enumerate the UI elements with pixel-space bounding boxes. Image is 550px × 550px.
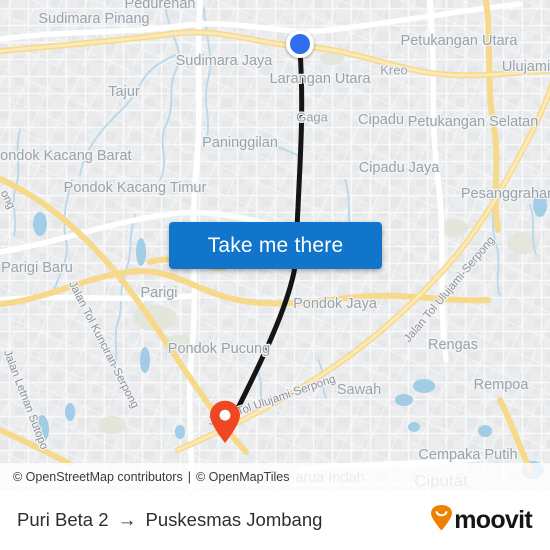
map-canvas[interactable]: Pedurenan Sudimara Pinang Sudimara Jaya Lar… xyxy=(0,0,550,490)
moovit-logo[interactable]: moovit xyxy=(430,504,533,536)
route-destination-label: Puskesmas Jombang xyxy=(145,509,323,530)
attribution-separator: | xyxy=(187,469,191,484)
route-origin-label: Puri Beta 2 xyxy=(17,509,109,530)
attribution-openmaptiles[interactable]: © OpenMapTiles xyxy=(196,470,290,484)
map-attribution: © OpenStreetMap contributors | © OpenMap… xyxy=(0,463,550,490)
footer-bar: Puri Beta 2 → Puskesmas Jombang moovit xyxy=(0,490,550,550)
moovit-route-screenshot: Pedurenan Sudimara Pinang Sudimara Jaya Lar… xyxy=(0,0,550,550)
route-summary: Puri Beta 2 → Puskesmas Jombang xyxy=(17,509,322,531)
destination-marker[interactable] xyxy=(208,400,242,444)
moovit-wordmark: moovit xyxy=(454,505,532,534)
origin-marker[interactable] xyxy=(286,30,314,58)
moovit-pin-icon xyxy=(430,504,453,536)
take-me-there-button[interactable]: Take me there xyxy=(169,222,382,269)
attribution-osm[interactable]: © OpenStreetMap contributors xyxy=(13,470,183,484)
arrow-right-icon: → xyxy=(117,509,137,531)
